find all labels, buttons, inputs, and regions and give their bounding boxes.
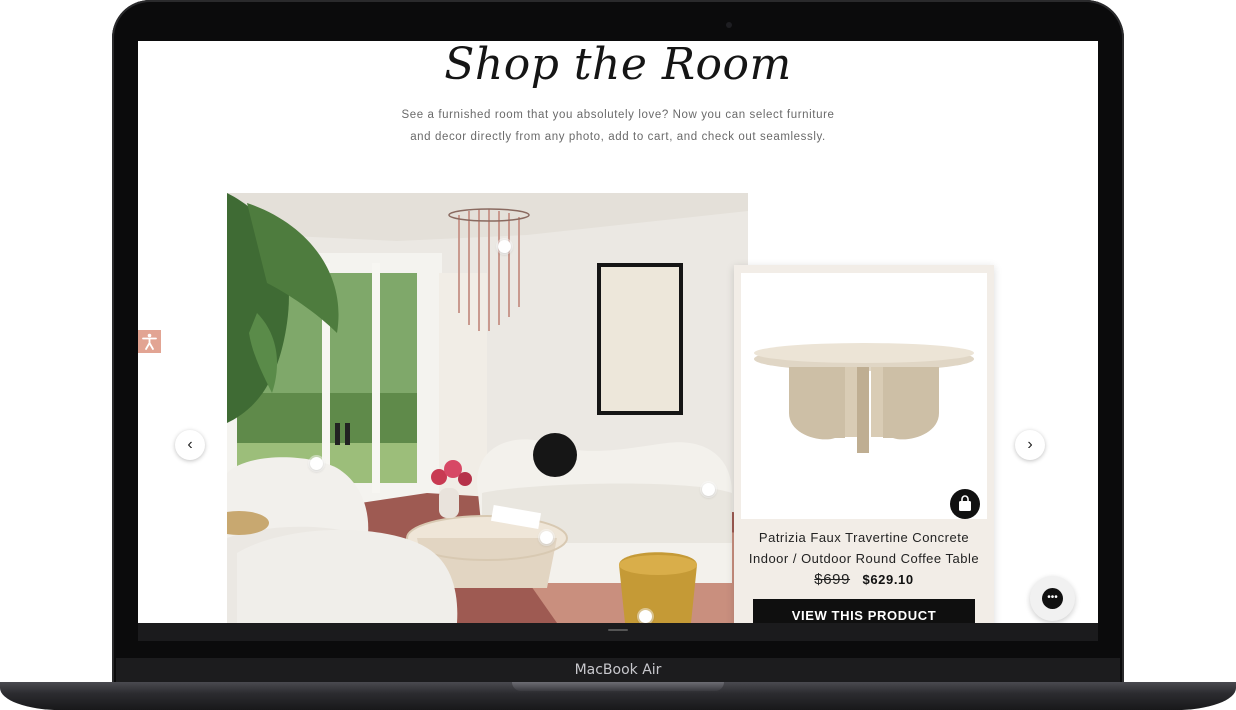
chevron-right-icon: › (1027, 436, 1033, 453)
device-brand-label: MacBook Air (574, 662, 662, 678)
subtitle-line-2: and decor directly from any photo, add t… (410, 131, 826, 143)
screen-bottom-bar (138, 623, 1098, 641)
chat-launcher-button[interactable]: ••• (1030, 576, 1075, 621)
product-image[interactable] (741, 273, 987, 519)
product-name-line-1: Patrizia Faux Travertine Concrete (758, 530, 970, 545)
coffee-table-image (754, 343, 974, 453)
hotspot-coffee-table[interactable] (540, 531, 553, 544)
website-screen: Shop the Room See a furnished room that … (138, 41, 1098, 623)
chat-icon: ••• (1042, 588, 1063, 609)
carousel-next-button[interactable]: › (1015, 430, 1045, 460)
price-row: $699 $629.10 (734, 571, 994, 589)
hotspot-side-stool[interactable] (639, 610, 652, 623)
section-subtitle: See a furnished room that you absolutely… (348, 104, 888, 148)
room-illustration (227, 193, 748, 623)
chevron-left-icon: ‹ (187, 436, 193, 453)
section-title: Shop the Room (444, 41, 792, 90)
hotspot-chandelier[interactable] (498, 240, 511, 253)
add-to-cart-button[interactable] (950, 489, 980, 519)
accessibility-button[interactable] (138, 330, 161, 353)
sale-price: $629.10 (862, 572, 914, 587)
hotspot-sofa[interactable] (702, 483, 715, 496)
accessibility-icon (142, 333, 157, 350)
scroll-handle (608, 629, 628, 631)
product-name[interactable]: Patrizia Faux Travertine Concrete Indoor… (734, 527, 994, 569)
original-price: $699 (814, 571, 851, 588)
subtitle-line-1: See a furnished room that you absolutely… (401, 109, 835, 121)
product-card: Patrizia Faux Travertine Concrete Indoor… (734, 265, 994, 623)
carousel-prev-button[interactable]: ‹ (175, 430, 205, 460)
camera-dot (726, 22, 732, 28)
shopping-bag-icon (959, 495, 971, 511)
product-name-line-2: Indoor / Outdoor Round Coffee Table (748, 551, 980, 566)
hotspot-armchair[interactable] (310, 457, 323, 470)
view-product-button[interactable]: VIEW THIS PRODUCT (753, 599, 975, 623)
room-photo (227, 193, 748, 623)
laptop-base-notch (512, 682, 724, 691)
